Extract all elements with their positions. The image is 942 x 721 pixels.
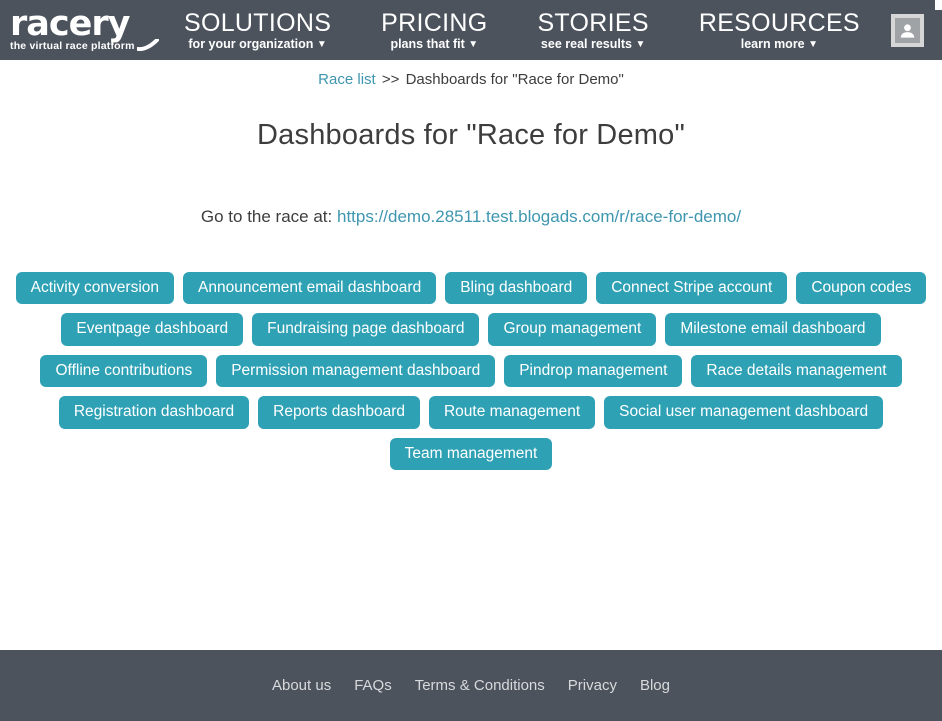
- nav-item[interactable]: SOLUTIONS for your organization ▼: [184, 9, 331, 52]
- user-avatar-button[interactable]: [891, 14, 924, 47]
- dashboard-button[interactable]: Connect Stripe account: [596, 272, 787, 304]
- dashboard-button-row: Eventpage dashboard Fundraising page das…: [0, 313, 942, 345]
- nav-item-sublabel: learn more: [741, 37, 805, 51]
- nav-item-label: PRICING: [381, 9, 487, 38]
- breadcrumb-separator: >>: [382, 71, 400, 88]
- user-icon: [895, 18, 920, 43]
- race-list-link[interactable]: Race list: [318, 71, 376, 88]
- main-content: Dashboards for "Race for Demo" Go to the…: [0, 88, 942, 650]
- logo-swoosh-icon: [137, 39, 159, 51]
- nav-item-sublabel: see real results: [541, 37, 632, 51]
- logo-tagline: the virtual race platform: [10, 40, 135, 52]
- dashboard-button[interactable]: Race details management: [691, 355, 901, 387]
- footer-links: About us FAQs Terms & Conditions Privacy…: [272, 677, 670, 694]
- dashboard-button[interactable]: Coupon codes: [796, 272, 926, 304]
- race-url-link[interactable]: https://demo.28511.test.blogads.com/r/ra…: [337, 207, 741, 226]
- dashboard-button-row: Registration dashboard Reports dashboard…: [0, 396, 942, 428]
- page-title: Dashboards for "Race for Demo": [0, 119, 942, 152]
- dashboard-button[interactable]: Social user management dashboard: [604, 396, 883, 428]
- dashboard-button[interactable]: Route management: [429, 396, 595, 428]
- footer-link[interactable]: Privacy: [568, 677, 617, 694]
- nav-item[interactable]: RESOURCES learn more ▼: [699, 9, 860, 52]
- dashboard-buttons: Activity conversion Announcement email d…: [0, 272, 942, 470]
- dashboard-button-row: Activity conversion Announcement email d…: [0, 272, 942, 304]
- logo-wordmark: racery: [10, 8, 160, 41]
- dashboard-button[interactable]: Milestone email dashboard: [665, 313, 880, 345]
- nav-item[interactable]: PRICING plans that fit ▼: [381, 9, 487, 52]
- dashboard-button[interactable]: Group management: [488, 313, 656, 345]
- top-nav-bar: racery the virtual race platform SOLUTIO…: [0, 0, 942, 60]
- dashboard-button[interactable]: Reports dashboard: [258, 396, 420, 428]
- footer: About us FAQs Terms & Conditions Privacy…: [0, 650, 942, 721]
- nav-item-sublabel: plans that fit: [390, 37, 464, 51]
- dashboard-button[interactable]: Pindrop management: [504, 355, 682, 387]
- footer-link[interactable]: FAQs: [354, 677, 392, 694]
- main-nav: SOLUTIONS for your organization ▼ PRICIN…: [184, 9, 860, 52]
- dashboard-button-row: Team management: [0, 438, 942, 470]
- dashboard-button[interactable]: Eventpage dashboard: [61, 313, 243, 345]
- race-link-line: Go to the race at: https://demo.28511.te…: [0, 207, 942, 227]
- chevron-down-icon: ▼: [468, 39, 478, 50]
- dashboard-button[interactable]: Registration dashboard: [59, 396, 249, 428]
- dashboard-button[interactable]: Fundraising page dashboard: [252, 313, 479, 345]
- nav-item-label: STORIES: [537, 9, 648, 38]
- footer-link[interactable]: Terms & Conditions: [415, 677, 545, 694]
- chevron-down-icon: ▼: [808, 39, 818, 50]
- nav-item[interactable]: STORIES see real results ▼: [537, 9, 648, 52]
- dashboard-button[interactable]: Offline contributions: [40, 355, 207, 387]
- dashboard-button[interactable]: Permission management dashboard: [216, 355, 495, 387]
- dashboard-button-row: Offline contributions Permission managem…: [0, 355, 942, 387]
- dashboard-button[interactable]: Team management: [390, 438, 553, 470]
- chevron-down-icon: ▼: [635, 39, 645, 50]
- breadcrumb-current: Dashboards for "Race for Demo": [406, 71, 624, 88]
- footer-link[interactable]: About us: [272, 677, 331, 694]
- dashboard-button[interactable]: Activity conversion: [16, 272, 174, 304]
- nav-item-sublabel: for your organization: [188, 37, 313, 51]
- dashboard-button[interactable]: Announcement email dashboard: [183, 272, 436, 304]
- nav-item-label: SOLUTIONS: [184, 9, 331, 38]
- footer-link[interactable]: Blog: [640, 677, 670, 694]
- breadcrumb: Race list >> Dashboards for "Race for De…: [0, 60, 942, 88]
- racery-logo[interactable]: racery the virtual race platform: [10, 8, 160, 52]
- race-link-label: Go to the race at:: [201, 207, 332, 226]
- chevron-down-icon: ▼: [317, 39, 327, 50]
- scrollbar-notch: [935, 0, 942, 10]
- dashboard-button[interactable]: Bling dashboard: [445, 272, 587, 304]
- nav-item-label: RESOURCES: [699, 9, 860, 38]
